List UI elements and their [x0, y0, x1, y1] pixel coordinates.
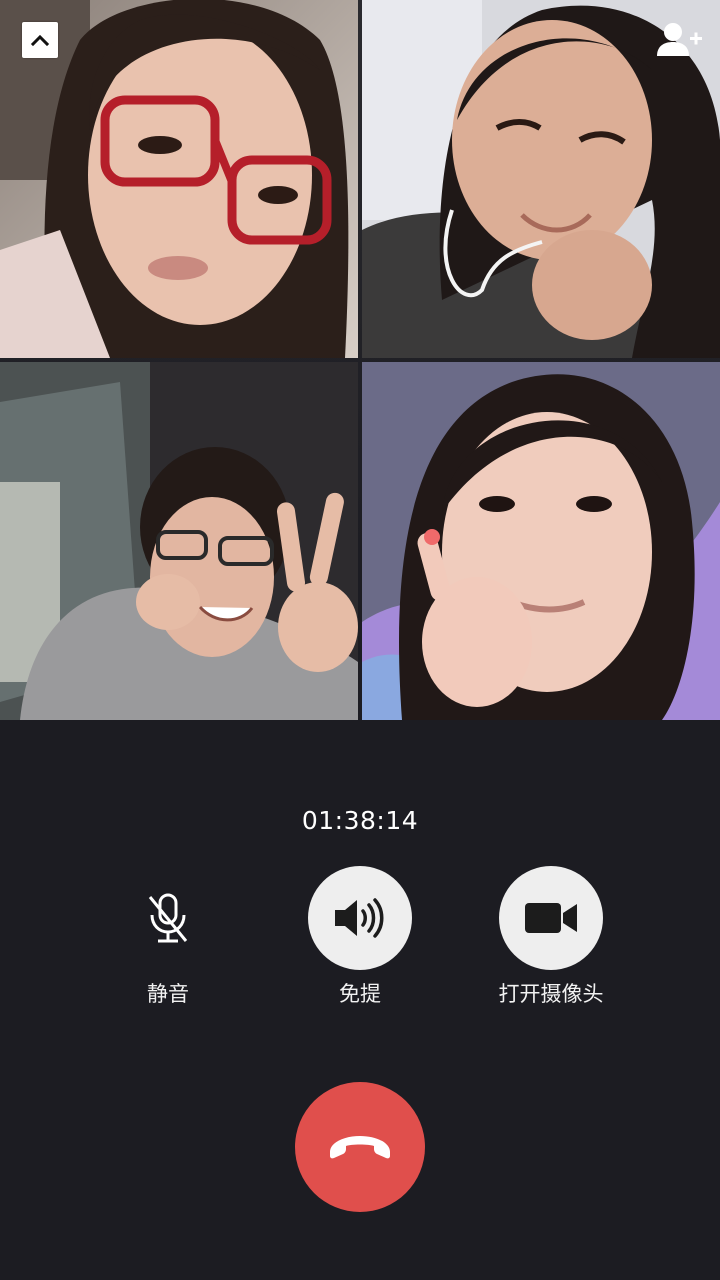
microphone-off-icon — [148, 893, 188, 943]
participant-photo — [362, 362, 720, 720]
hangup-button[interactable] — [295, 1082, 425, 1212]
participant-video-3[interactable] — [0, 362, 358, 720]
call-timer: 01:38:14 — [301, 806, 419, 835]
mute-circle — [116, 866, 220, 970]
video-grid — [0, 0, 720, 720]
speaker-circle — [308, 866, 412, 970]
camera-button[interactable]: 打开摄像头 — [471, 866, 631, 1016]
group-call-screen: 01:38:14 静音 免提 打开摄像头 — [0, 0, 720, 1280]
mute-button[interactable]: 静音 — [88, 866, 248, 1016]
speaker-icon — [335, 898, 384, 938]
add-person-icon — [657, 23, 702, 56]
add-member-button[interactable] — [654, 20, 704, 60]
camera-circle — [499, 866, 603, 970]
camera-label: 打开摄像头 — [498, 982, 604, 1006]
mute-label: 静音 — [147, 982, 189, 1006]
speaker-button[interactable]: 免提 — [280, 866, 440, 1016]
video-camera-icon — [525, 903, 577, 933]
minimize-button[interactable] — [22, 22, 58, 58]
chevron-up-icon — [30, 34, 50, 47]
participant-video-4[interactable] — [362, 362, 720, 720]
phone-hangup-icon — [330, 1136, 390, 1159]
participant-photo — [0, 362, 358, 720]
speaker-label: 免提 — [339, 982, 381, 1006]
